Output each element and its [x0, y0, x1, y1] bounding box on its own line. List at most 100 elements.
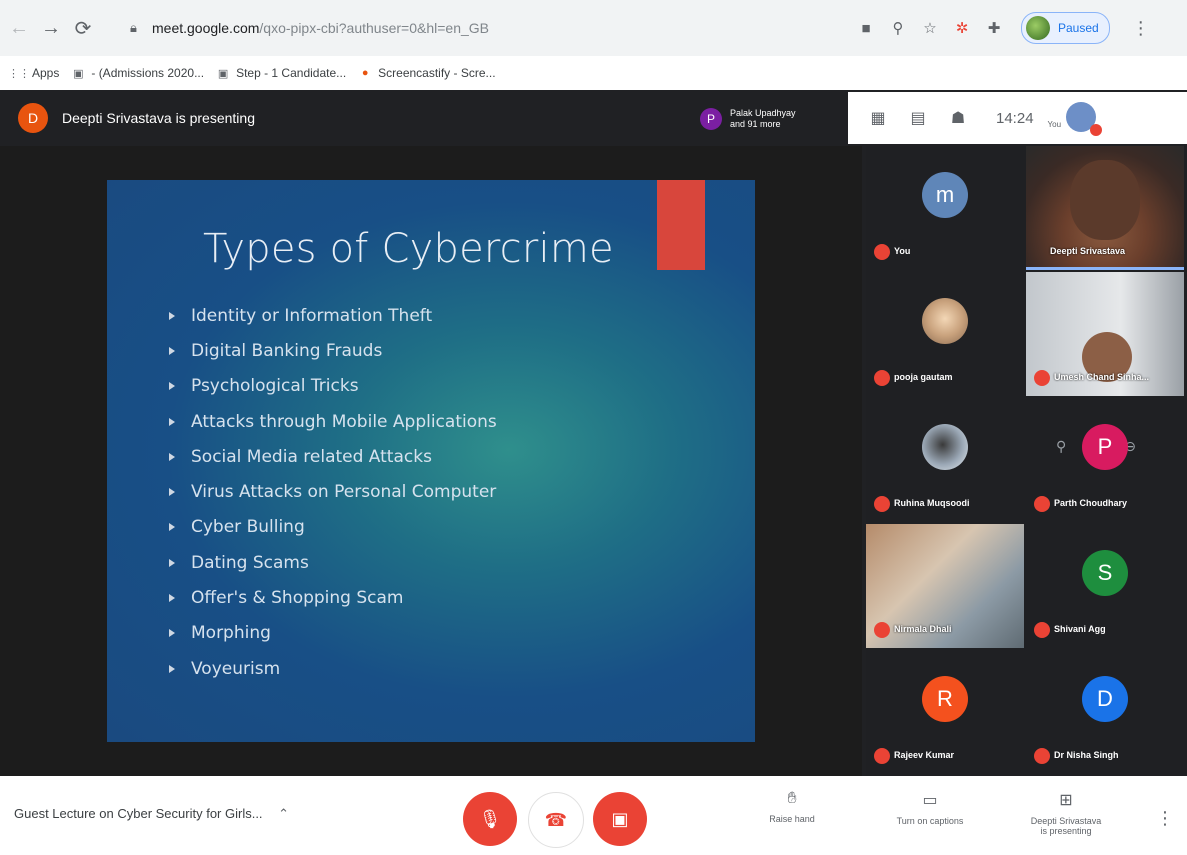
bullet-arrow-icon: [169, 664, 175, 673]
pin-icon[interactable]: ⚲: [1056, 438, 1066, 455]
camera-toggle-button[interactable]: ▣: [593, 792, 647, 846]
bullet-item: Cyber Bulling: [169, 510, 497, 545]
meeting-time: 14:24: [996, 109, 1034, 127]
star-icon[interactable]: ☆: [919, 17, 941, 39]
more-options-icon[interactable]: ⋮: [1156, 808, 1174, 829]
participant-avatar: P: [700, 108, 722, 130]
bookmark-label: - (Admissions 2020...: [91, 66, 205, 80]
bullet-item: Attacks through Mobile Applications: [169, 404, 497, 439]
layout-icon[interactable]: ▦: [858, 108, 898, 128]
meeting-details[interactable]: Guest Lecture on Cyber Security for Girl…: [14, 806, 289, 822]
extension-icon[interactable]: ✲: [951, 17, 973, 39]
zoom-icon[interactable]: ⚲: [887, 17, 909, 39]
presenting-button[interactable]: ⊞ Deepti Srivastava is presenting: [1016, 790, 1116, 836]
back-icon[interactable]: ←: [6, 15, 32, 41]
bullet-text: Attacks through Mobile Applications: [191, 411, 497, 432]
raise-hand-button[interactable]: ✋︎ Raise hand: [762, 790, 822, 824]
participant-name: Parth Choudhary: [1054, 498, 1128, 508]
bookmark-screencastify[interactable]: ● Screencastify - Scre...: [358, 66, 496, 80]
mic-toggle-button[interactable]: 🎙︎: [463, 792, 517, 846]
bullet-item: Social Media related Attacks: [169, 439, 497, 474]
participant-tile[interactable]: m You: [866, 146, 1024, 270]
bullet-item: Voyeurism: [169, 651, 497, 686]
slide-title: Types of Cybercrime: [203, 226, 614, 272]
bullet-text: Offer's & Shopping Scam: [191, 588, 404, 609]
mic-off-icon: [1034, 370, 1050, 386]
bookmark-label: Step - 1 Candidate...: [236, 66, 347, 80]
slide-accent: [657, 180, 705, 270]
address-bar[interactable]: 🔒︎ meet.google.com /qxo-pipx-cbi?authuse…: [122, 11, 972, 45]
bookmark-step1[interactable]: ▣ Step - 1 Candidate...: [216, 66, 346, 80]
camera-icon[interactable]: ■: [855, 17, 877, 39]
bullet-text: Virus Attacks on Personal Computer: [191, 482, 497, 503]
bullet-text: Morphing: [191, 623, 271, 644]
bullet-item: Identity or Information Theft: [169, 298, 497, 333]
participant-tile[interactable]: Ruhina Muqsoodi: [866, 398, 1024, 522]
bookmark-label: Screencastify - Scre...: [378, 66, 496, 80]
people-icon[interactable]: ☗: [938, 108, 978, 128]
apps-grid-icon: ⋮⋮: [8, 67, 30, 80]
bookmark-admissions[interactable]: ▣ - (Admissions 2020...: [71, 66, 204, 80]
participant-initial: R: [922, 676, 968, 722]
speaking-indicator: [1026, 267, 1184, 270]
bullet-item: Virus Attacks on Personal Computer: [169, 474, 497, 509]
presenting-line1: Deepti Srivastava: [1030, 816, 1102, 826]
reload-icon[interactable]: ⟳: [70, 15, 96, 41]
chip-line2: and 91 more: [730, 119, 781, 129]
participants-chip[interactable]: P Palak Upadhyay and 91 more: [700, 103, 840, 135]
participant-initial: D: [1082, 676, 1128, 722]
bullet-item: Morphing: [169, 616, 497, 651]
bullet-text: Psychological Tricks: [191, 376, 359, 397]
bullet-text: Dating Scams: [191, 552, 309, 573]
captions-button[interactable]: ▭ Turn on captions: [880, 790, 980, 826]
bookmark-apps[interactable]: ⋮⋮ Apps: [8, 66, 60, 80]
bullet-item: Dating Scams: [169, 545, 497, 580]
participant-tile[interactable]: D Dr Nisha Singh: [1026, 650, 1184, 774]
browser-toolbar: ← → ⟳ 🔒︎ meet.google.com /qxo-pipx-cbi?a…: [0, 0, 1187, 56]
bullet-arrow-icon: [169, 488, 175, 497]
bullet-arrow-icon: [169, 382, 175, 391]
participant-tile[interactable]: Umesh Chand Sinha...: [1026, 272, 1184, 396]
participant-initial: m: [922, 172, 968, 218]
forward-icon[interactable]: →: [38, 15, 64, 41]
chevron-up-icon: ⌃: [278, 806, 290, 821]
puzzle-icon[interactable]: ✚: [983, 17, 1005, 39]
participant-tile[interactable]: pooja gautam: [866, 272, 1024, 396]
participant-tile[interactable]: Deepti Srivastava: [1026, 146, 1184, 270]
mic-off-icon: [1034, 496, 1050, 512]
chat-icon[interactable]: ▤: [898, 108, 938, 128]
chip-line1: Palak Upadhyay: [730, 108, 796, 118]
mic-off-icon: [1089, 124, 1102, 136]
bullet-arrow-icon: [169, 452, 175, 461]
mic-off-icon: [874, 748, 890, 764]
bookmark-label: Apps: [32, 66, 60, 80]
self-avatar[interactable]: You: [1048, 98, 1104, 138]
profile-status: Paused: [1058, 21, 1099, 35]
captions-label: Turn on captions: [896, 816, 964, 826]
mic-off-icon: 🎙︎: [478, 808, 502, 829]
participant-name: Ruhina Muqsoodi: [894, 498, 970, 508]
slide: Types of Cybercrime Identity or Informat…: [107, 180, 755, 742]
participant-photo: [922, 424, 968, 470]
browser-menu-icon[interactable]: ⋮: [1132, 18, 1150, 39]
participants-grid: m You Deepti Srivastava pooja gautam Ume…: [866, 146, 1187, 776]
bottom-bar: Guest Lecture on Cyber Security for Girl…: [0, 776, 1187, 855]
meet-area: D Deepti Srivastava is presenting P Pala…: [0, 90, 1187, 776]
participant-initial: S: [1082, 550, 1128, 596]
presenter-avatar: D: [18, 103, 48, 133]
mic-off-icon: [1034, 748, 1050, 764]
leave-call-button[interactable]: ☎︎: [528, 792, 584, 848]
participant-tile[interactable]: ⚲ ⊖ P Parth Choudhary: [1026, 398, 1184, 522]
bookmarks-bar: ⋮⋮ Apps ▣ - (Admissions 2020... ▣ Step -…: [0, 56, 1187, 91]
profile-button[interactable]: Paused: [1021, 12, 1110, 44]
participant-tile[interactable]: S Shivani Agg: [1026, 524, 1184, 648]
participant-name: You: [894, 246, 911, 256]
participant-tile[interactable]: Nirmala Dhali: [866, 524, 1024, 648]
presenting-line2: is presenting: [1040, 826, 1092, 836]
participant-video: [1070, 160, 1140, 240]
bullet-text: Digital Banking Frauds: [191, 340, 383, 361]
participant-tile[interactable]: R Rajeev Kumar: [866, 650, 1024, 774]
mic-off-icon: [874, 622, 890, 638]
participant-name: Nirmala Dhali: [894, 624, 952, 634]
url-path: /qxo-pipx-cbi?authuser=0&hl=en_GB: [259, 20, 489, 36]
